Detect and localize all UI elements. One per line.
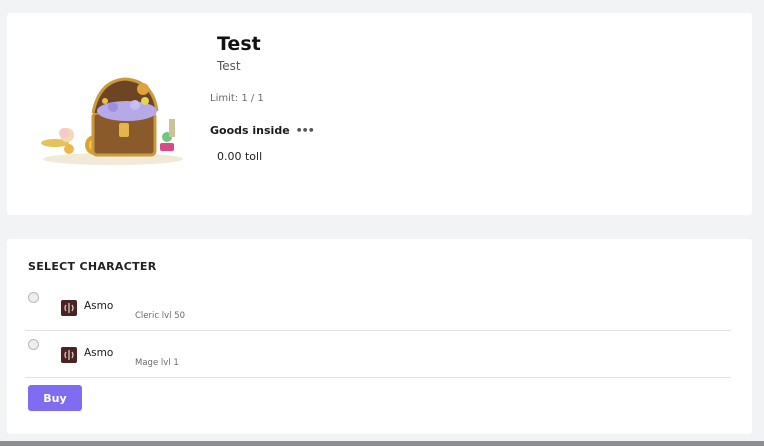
character-name: Asmo	[84, 347, 114, 359]
select-character-card: SELECT CHARACTER Asmo Cleric lvl 50 Asmo…	[7, 239, 752, 434]
character-row[interactable]: Asmo Cleric lvl 50	[25, 286, 731, 331]
bottom-scrollbar-edge	[0, 441, 764, 446]
purchase-limit: Limit: 1 / 1	[210, 93, 264, 104]
class-emblem-icon	[61, 347, 77, 363]
character-row[interactable]: Asmo Mage lvl 1	[25, 333, 731, 378]
goods-inside-toggle[interactable]: Goods inside •••	[210, 124, 315, 137]
section-heading: SELECT CHARACTER	[28, 260, 157, 273]
goods-inside-label: Goods inside	[210, 124, 290, 137]
buy-button[interactable]: Buy	[28, 385, 82, 411]
character-radio[interactable]	[28, 292, 39, 303]
character-radio[interactable]	[28, 339, 39, 350]
product-card: Test Test Limit: 1 / 1 Goods inside ••• …	[7, 13, 752, 215]
character-class-level: Mage lvl 1	[135, 358, 179, 368]
more-dots-icon[interactable]: •••	[296, 124, 315, 137]
product-title: Test	[217, 33, 261, 55]
product-price: 0.00 toll	[217, 150, 263, 163]
character-name: Asmo	[84, 300, 114, 312]
product-subtitle: Test	[217, 59, 241, 73]
class-emblem-icon	[61, 300, 77, 316]
treasure-chest-image	[41, 77, 183, 165]
character-class-level: Cleric lvl 50	[135, 311, 186, 321]
